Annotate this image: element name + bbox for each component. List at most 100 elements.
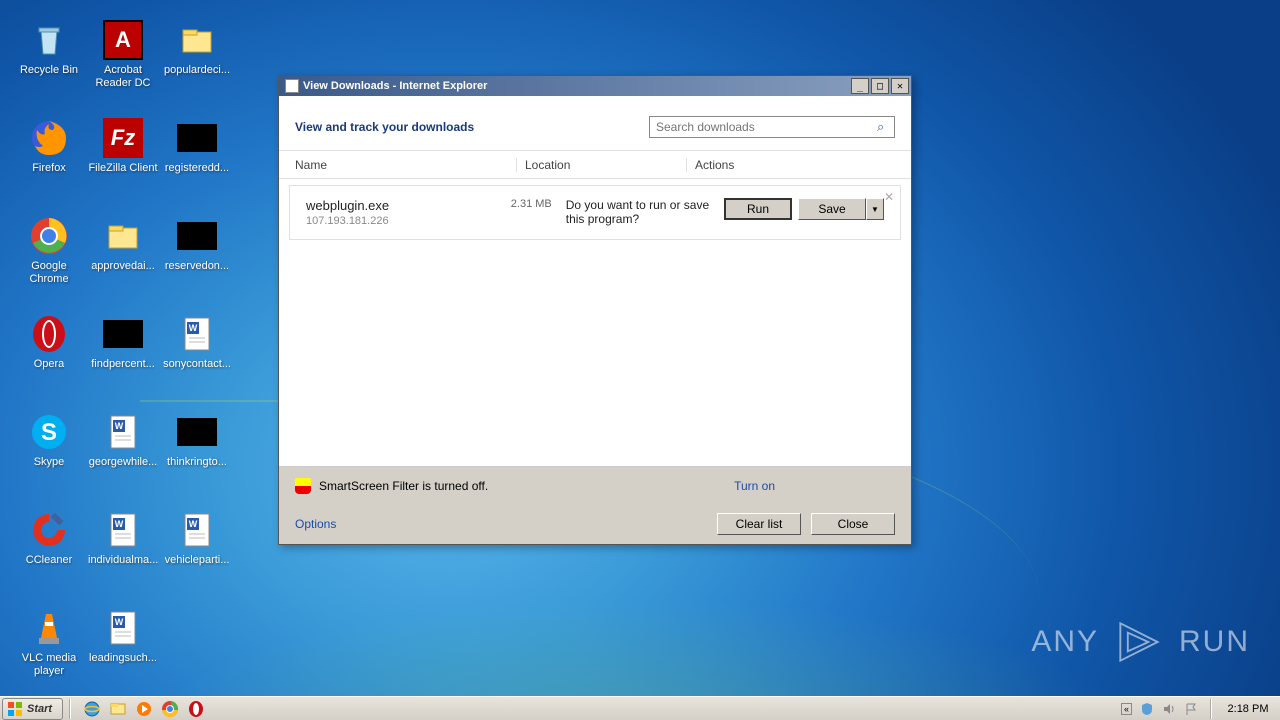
svg-text:S: S: [41, 419, 57, 446]
windows-logo-icon: [7, 701, 23, 717]
download-row: webplugin.exe 107.193.181.226 2.31 MB Do…: [289, 185, 901, 240]
desktop-icon-individualma[interactable]: Windividualma...: [86, 506, 160, 604]
desktop-icon-sonycontact[interactable]: Wsonycontact...: [160, 310, 234, 408]
svg-text:W: W: [189, 519, 198, 529]
titlebar[interactable]: View Downloads - Internet Explorer _ □ ✕: [279, 76, 911, 96]
desktop-icon-skype[interactable]: S Skype: [12, 408, 86, 506]
icon-label: VLC media player: [14, 652, 84, 678]
smartscreen-text: SmartScreen Filter is turned off.: [319, 479, 734, 493]
desktop-icon-leadingsuch[interactable]: Wleadingsuch...: [86, 604, 160, 702]
watermark-text2: RUN: [1179, 625, 1250, 659]
desktop-icon-googlechrome[interactable]: Google Chrome: [12, 212, 86, 310]
desktop-icon-thinkringto[interactable]: thinkringto...: [160, 408, 234, 506]
opera-task-icon[interactable]: [187, 700, 205, 718]
tray-shield-icon[interactable]: [1140, 702, 1154, 716]
word-icon: W: [177, 314, 217, 354]
clear-list-button[interactable]: Clear list: [717, 513, 801, 535]
icon-label: georgewhile...: [89, 456, 158, 469]
run-button[interactable]: Run: [724, 198, 792, 220]
desktop-icon-filezillaclient[interactable]: Fz FileZilla Client: [86, 114, 160, 212]
word-icon: W: [103, 412, 143, 452]
desktop-icon-recyclebin[interactable]: Recycle Bin: [12, 16, 86, 114]
search-icon[interactable]: ⌕: [877, 119, 891, 133]
icon-label: reservedon...: [165, 260, 229, 273]
chrome-task-icon[interactable]: [161, 700, 179, 718]
column-location[interactable]: Location: [517, 158, 687, 172]
watermark: ANY RUN: [1031, 614, 1250, 670]
black-icon: [177, 412, 217, 452]
desktop-icon-reservedon[interactable]: reservedon...: [160, 212, 234, 310]
shield-icon: [295, 478, 311, 494]
tray-expand-icon[interactable]: «: [1121, 703, 1132, 715]
taskbar: Start « 2:18 PM: [0, 696, 1280, 720]
folder-icon: [177, 20, 217, 60]
download-source: 107.193.181.226: [306, 215, 509, 227]
icon-label: Google Chrome: [14, 260, 84, 286]
dialog-footer: Options Clear list Close: [279, 504, 911, 544]
tray-separator: [1210, 699, 1212, 719]
quick-launch: [83, 700, 205, 718]
icon-label: approvedai...: [91, 260, 155, 273]
desktop-icon-acrobatreaderdc[interactable]: AAcrobat Reader DC: [86, 16, 160, 114]
ie-icon[interactable]: [83, 700, 101, 718]
desktop-icon-populardeci[interactable]: populardeci...: [160, 16, 234, 114]
close-window-button[interactable]: ✕: [891, 78, 909, 94]
smartscreen-turn-on-link[interactable]: Turn on: [734, 479, 775, 493]
download-size: 2.31 MB: [509, 198, 566, 210]
desktop-icon-approvedai[interactable]: approvedai...: [86, 212, 160, 310]
explorer-icon[interactable]: [109, 700, 127, 718]
svg-text:W: W: [115, 421, 124, 431]
desktop-icon-vlcmediaplayer[interactable]: VLC media player: [12, 604, 86, 702]
start-button[interactable]: Start: [2, 698, 63, 720]
options-link[interactable]: Options: [295, 517, 707, 531]
desktop-icon-georgewhile[interactable]: Wgeorgewhile...: [86, 408, 160, 506]
chrome-icon: [29, 216, 69, 256]
titlebar-title: View Downloads - Internet Explorer: [303, 80, 851, 92]
word-icon: W: [103, 608, 143, 648]
icon-label: Firefox: [32, 162, 66, 175]
icon-label: CCleaner: [26, 554, 72, 567]
save-dropdown-button[interactable]: ▼: [866, 198, 884, 220]
clock[interactable]: 2:18 PM: [1224, 703, 1272, 715]
black-icon: [177, 216, 217, 256]
taskbar-separator: [69, 699, 71, 719]
column-actions[interactable]: Actions: [687, 158, 911, 172]
word-icon: W: [177, 510, 217, 550]
icon-label: Recycle Bin: [20, 64, 78, 77]
desktop-icon-vehicleparti[interactable]: Wvehicleparti...: [160, 506, 234, 604]
watermark-text1: ANY: [1031, 625, 1099, 659]
dialog-heading: View and track your downloads: [295, 120, 474, 134]
icon-label: leadingsuch...: [89, 652, 157, 665]
icon-label: FileZilla Client: [88, 162, 157, 175]
ccleaner-icon: [29, 510, 69, 550]
search-input[interactable]: [649, 116, 895, 138]
tray-volume-icon[interactable]: [1162, 702, 1176, 716]
desktop-icon-registeredd[interactable]: registeredd...: [160, 114, 234, 212]
skype-icon: S: [29, 412, 69, 452]
close-button[interactable]: Close: [811, 513, 895, 535]
column-name[interactable]: Name: [279, 158, 517, 172]
row-close-icon[interactable]: ✕: [884, 190, 894, 204]
media-icon[interactable]: [135, 700, 153, 718]
filezilla-icon: Fz: [103, 118, 143, 158]
icon-label: findpercent...: [91, 358, 155, 371]
desktop-icon-opera[interactable]: Opera: [12, 310, 86, 408]
svg-text:W: W: [189, 323, 198, 333]
desktop-icon-firefox[interactable]: Firefox: [12, 114, 86, 212]
recyclebin-icon: [29, 20, 69, 60]
start-label: Start: [27, 703, 52, 715]
icon-label: individualma...: [88, 554, 158, 567]
icon-label: Skype: [34, 456, 65, 469]
desktop-icon-findpercent[interactable]: findpercent...: [86, 310, 160, 408]
icon-label: Acrobat Reader DC: [88, 64, 158, 90]
minimize-button[interactable]: _: [851, 78, 869, 94]
tray-flag-icon[interactable]: [1184, 702, 1198, 716]
maximize-button[interactable]: □: [871, 78, 889, 94]
icon-label: registeredd...: [165, 162, 229, 175]
desktop-icon-ccleaner[interactable]: CCleaner: [12, 506, 86, 604]
save-button[interactable]: Save: [798, 198, 866, 220]
column-headers: Name Location Actions: [279, 151, 911, 179]
black-icon: [177, 118, 217, 158]
svg-text:W: W: [115, 519, 124, 529]
search-box: ⌕: [649, 116, 895, 138]
